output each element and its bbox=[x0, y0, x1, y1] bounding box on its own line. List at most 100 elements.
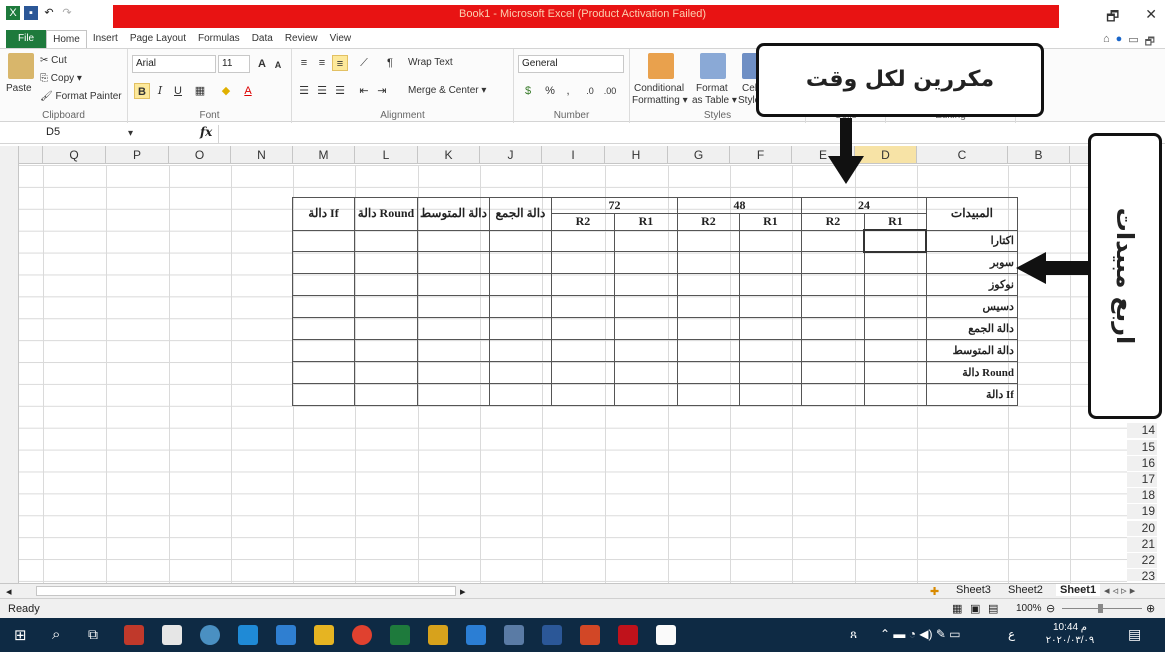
restore-icon[interactable]: 🗗 bbox=[1106, 6, 1119, 30]
cell[interactable] bbox=[738, 317, 802, 340]
align-middle-icon[interactable]: ≡ bbox=[314, 55, 330, 71]
tab-insert[interactable]: Insert bbox=[87, 30, 124, 48]
cell[interactable] bbox=[863, 295, 927, 319]
app-icon-10[interactable] bbox=[466, 625, 486, 645]
column-header[interactable]: J bbox=[480, 146, 542, 164]
text-direction-icon[interactable]: ¶ bbox=[382, 55, 398, 71]
row-label[interactable]: دسيس bbox=[925, 295, 1018, 319]
cell[interactable] bbox=[613, 382, 678, 406]
tab-file[interactable]: File bbox=[6, 30, 47, 48]
align-right-icon[interactable]: ☰ bbox=[332, 83, 348, 99]
cell[interactable] bbox=[488, 360, 552, 384]
cell[interactable] bbox=[550, 273, 615, 297]
cell[interactable] bbox=[676, 338, 740, 362]
cell[interactable] bbox=[800, 360, 865, 384]
row-label[interactable]: نوكوز bbox=[925, 273, 1018, 297]
copy-button[interactable]: ⎘ Copy ▾ bbox=[40, 73, 82, 84]
page-break-view-icon[interactable]: ▤ bbox=[988, 602, 998, 615]
cell[interactable] bbox=[738, 382, 802, 406]
cell[interactable] bbox=[676, 360, 740, 384]
language-indicator[interactable]: ع bbox=[1008, 627, 1015, 641]
cell[interactable] bbox=[292, 338, 355, 362]
grow-font-icon[interactable]: A bbox=[254, 56, 270, 72]
clock[interactable]: 10:44 م ٢٠٢٠/٠٣/٠٩ bbox=[1040, 621, 1100, 647]
comma-icon[interactable]: , bbox=[560, 83, 576, 99]
cell[interactable] bbox=[738, 251, 802, 275]
cell[interactable] bbox=[550, 382, 615, 406]
cell[interactable] bbox=[863, 338, 927, 362]
header-r2[interactable]: R2 bbox=[676, 213, 740, 231]
cell[interactable] bbox=[550, 295, 615, 319]
cell[interactable] bbox=[863, 360, 927, 384]
app-icon-9[interactable] bbox=[428, 625, 448, 645]
cell[interactable] bbox=[550, 229, 615, 253]
cell[interactable] bbox=[417, 229, 490, 253]
cell[interactable] bbox=[800, 251, 865, 275]
paste-button[interactable]: Paste bbox=[6, 83, 32, 94]
row-number[interactable]: 14 bbox=[1127, 423, 1157, 438]
decrease-indent-icon[interactable]: ⇤ bbox=[356, 83, 372, 99]
column-header[interactable]: N bbox=[231, 146, 293, 164]
format-painter-button[interactable]: 🖌 Format Painter bbox=[40, 91, 122, 102]
align-bottom-icon[interactable]: ≡ bbox=[332, 55, 348, 71]
decrease-decimal-icon[interactable]: .00 bbox=[602, 83, 618, 99]
cell[interactable] bbox=[354, 273, 418, 297]
cell[interactable] bbox=[550, 360, 615, 384]
align-top-icon[interactable]: ≡ bbox=[296, 55, 312, 71]
percent-icon[interactable]: % bbox=[542, 83, 558, 99]
column-header[interactable]: H bbox=[605, 146, 668, 164]
cell[interactable] bbox=[292, 229, 355, 253]
selected-cell-d5[interactable] bbox=[863, 229, 928, 253]
name-box[interactable]: D5 bbox=[6, 126, 144, 142]
column-header[interactable]: F bbox=[730, 146, 792, 164]
cell[interactable] bbox=[417, 338, 490, 362]
cell[interactable] bbox=[613, 229, 678, 253]
row-label[interactable]: دالة الجمع bbox=[925, 317, 1018, 340]
close-icon[interactable]: ✕ bbox=[1145, 6, 1157, 30]
cell[interactable] bbox=[738, 229, 802, 253]
tab-review[interactable]: Review bbox=[279, 30, 324, 48]
cell[interactable] bbox=[292, 317, 355, 340]
align-left-icon[interactable]: ☰ bbox=[296, 83, 312, 99]
number-format-select[interactable]: General bbox=[518, 55, 624, 73]
cell[interactable] bbox=[417, 295, 490, 319]
row-number[interactable]: 17 bbox=[1127, 472, 1157, 487]
cell[interactable] bbox=[800, 338, 865, 362]
column-header[interactable]: P bbox=[106, 146, 169, 164]
row-number[interactable]: 18 bbox=[1127, 488, 1157, 503]
cell[interactable] bbox=[800, 382, 865, 406]
header-r1[interactable]: R1 bbox=[613, 213, 678, 231]
font-name-select[interactable]: Arial bbox=[132, 55, 216, 73]
cell[interactable] bbox=[354, 229, 418, 253]
sheet-nav-icon[interactable]: ◂ ◃ ▹ ▸ bbox=[1104, 584, 1135, 597]
zoom-level[interactable]: 100% bbox=[1016, 603, 1042, 614]
header-time-24[interactable]: 24 bbox=[800, 197, 927, 214]
cell[interactable] bbox=[738, 338, 802, 362]
tab-data[interactable]: Data bbox=[246, 30, 279, 48]
sheet-tab[interactable]: Sheet3 bbox=[956, 584, 991, 596]
cut-button[interactable]: ✂ Cut bbox=[40, 55, 67, 66]
fill-color-icon[interactable]: ◆ bbox=[218, 83, 234, 99]
conditional-formatting-button[interactable]: Conditional bbox=[634, 83, 684, 94]
app-icon-1[interactable] bbox=[124, 625, 144, 645]
cell[interactable] bbox=[613, 317, 678, 340]
wrap-text-button[interactable]: Wrap Text bbox=[408, 57, 453, 68]
column-header[interactable]: B bbox=[1008, 146, 1070, 164]
align-center-icon[interactable]: ☰ bbox=[314, 83, 330, 99]
word-icon[interactable] bbox=[542, 625, 562, 645]
cell[interactable] bbox=[676, 317, 740, 340]
borders-icon[interactable]: ▦ bbox=[192, 83, 208, 99]
font-size-select[interactable]: 11 bbox=[218, 55, 250, 73]
app-icon-11[interactable] bbox=[504, 625, 524, 645]
cell[interactable] bbox=[292, 360, 355, 384]
cell[interactable] bbox=[676, 295, 740, 319]
currency-icon[interactable]: $ bbox=[520, 83, 536, 99]
cell[interactable] bbox=[676, 229, 740, 253]
cell[interactable] bbox=[354, 338, 418, 362]
scroll-right-icon[interactable]: ▸ bbox=[460, 585, 466, 598]
format-table-icon[interactable] bbox=[700, 53, 726, 79]
row-number[interactable]: 20 bbox=[1127, 521, 1157, 536]
header-time-72[interactable]: 72 bbox=[550, 197, 678, 214]
cell[interactable] bbox=[488, 382, 552, 406]
zoom-out-icon[interactable]: ⊖ bbox=[1046, 602, 1055, 615]
